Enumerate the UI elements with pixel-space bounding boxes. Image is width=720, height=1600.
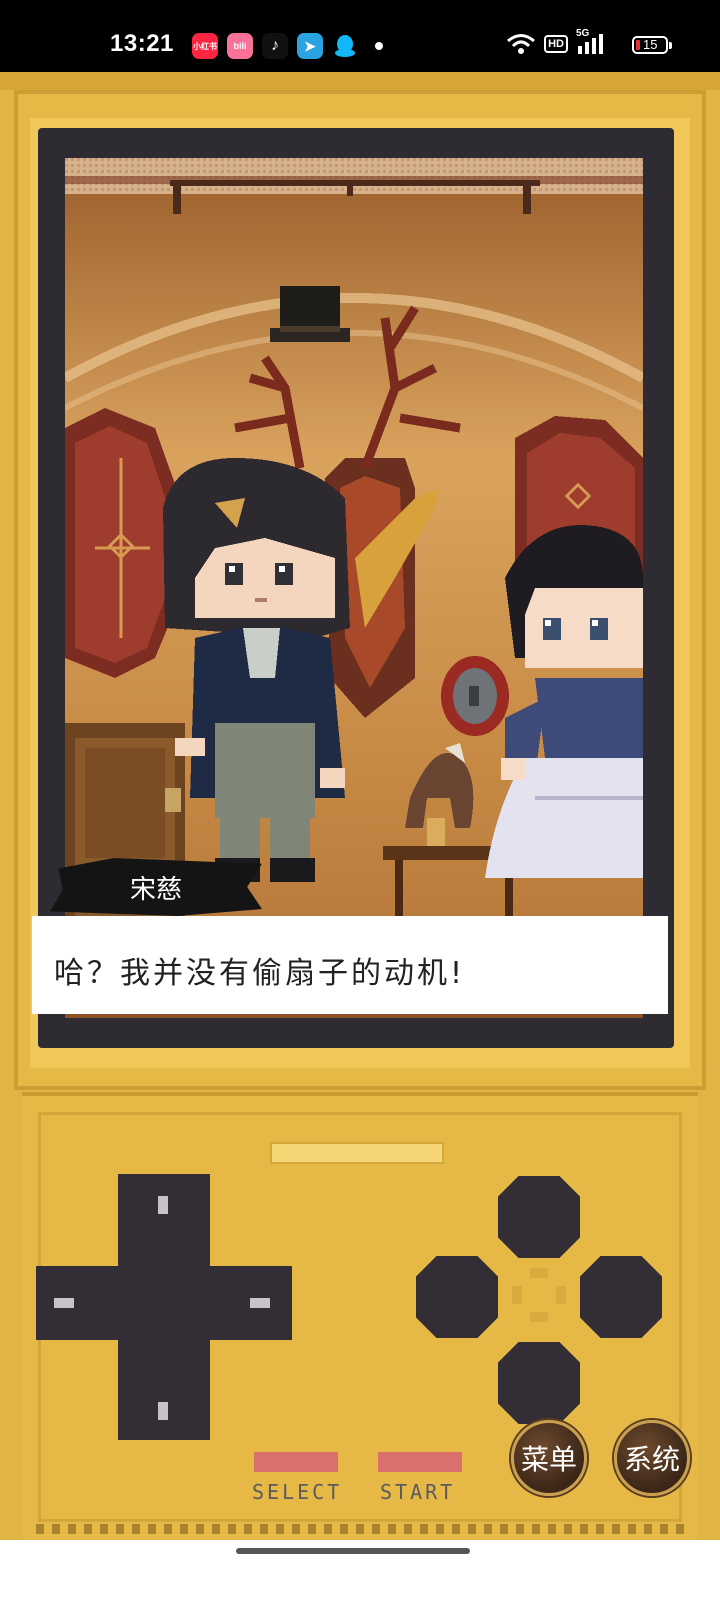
start-button[interactable] bbox=[378, 1452, 462, 1472]
dialog-text: 哈？我并没有偷扇子的动机! bbox=[54, 956, 466, 991]
battery-icon: 15 bbox=[632, 36, 672, 54]
dpad-right-mark bbox=[250, 1298, 270, 1308]
curtain-rod bbox=[170, 180, 540, 186]
speaker-grille bbox=[270, 1142, 444, 1164]
face-button-left[interactable] bbox=[416, 1256, 498, 1338]
face-button-top[interactable] bbox=[498, 1176, 580, 1258]
telegram-icon: ➤ bbox=[297, 33, 323, 59]
console-top-edge bbox=[0, 72, 720, 90]
signal-5g-icon: 5G bbox=[576, 28, 610, 56]
status-time: 13:21 bbox=[110, 30, 174, 57]
dpad-up-mark bbox=[158, 1196, 168, 1214]
hd-voice-icon: HD bbox=[544, 35, 568, 53]
wifi-icon bbox=[507, 34, 536, 54]
start-label: START bbox=[380, 1480, 456, 1504]
more-notifications-icon bbox=[375, 42, 383, 50]
dpad-down-mark bbox=[158, 1402, 168, 1420]
bottom-grille bbox=[36, 1524, 684, 1534]
hand-mirror bbox=[441, 656, 509, 736]
menu-button-label: 菜单 bbox=[520, 1443, 577, 1476]
qq-icon bbox=[332, 33, 358, 59]
battery-level: 15 bbox=[643, 37, 658, 52]
system-button[interactable]: 系统 bbox=[614, 1420, 690, 1496]
speaker-name-tag: 宋慈 bbox=[50, 858, 262, 916]
face-button-bottom[interactable] bbox=[498, 1342, 580, 1424]
home-gesture-handle[interactable] bbox=[236, 1548, 470, 1554]
dialog-box[interactable]: 哈？我并没有偷扇子的动机! bbox=[32, 916, 668, 1014]
select-label: SELECT bbox=[252, 1480, 343, 1504]
tiktok-icon: ♪ bbox=[262, 33, 288, 59]
system-button-label: 系统 bbox=[623, 1443, 680, 1476]
face-buttons-center bbox=[512, 1268, 566, 1322]
speaker-name: 宋慈 bbox=[129, 874, 182, 905]
notification-icons: 小红书 bili ♪ ➤ bbox=[192, 33, 383, 59]
select-button[interactable] bbox=[254, 1452, 338, 1472]
bilibili-icon: bili bbox=[227, 33, 253, 59]
status-bar: 13:21 小红书 bili ♪ ➤ HD 5G 15 bbox=[0, 0, 720, 72]
face-button-right[interactable] bbox=[580, 1256, 662, 1338]
dpad-left-mark bbox=[54, 1298, 74, 1308]
top-hat bbox=[270, 286, 350, 342]
xiaohongshu-icon: 小红书 bbox=[192, 33, 218, 59]
menu-button[interactable]: 菜单 bbox=[511, 1420, 587, 1496]
